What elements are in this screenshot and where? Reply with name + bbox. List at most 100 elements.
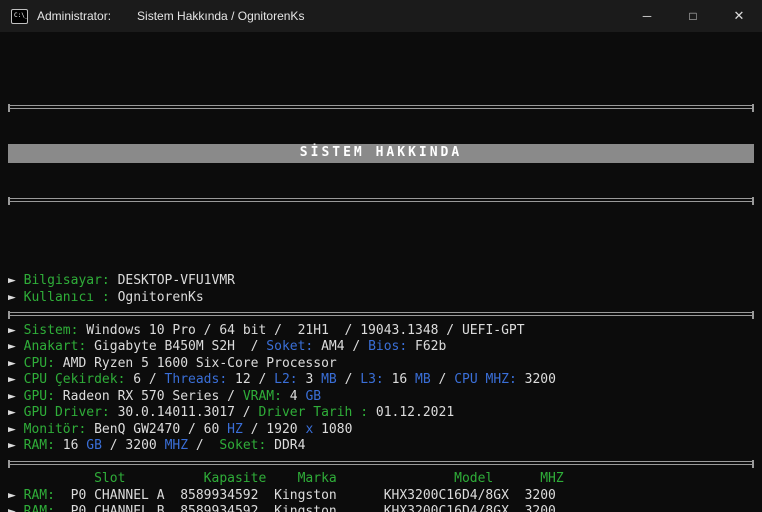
window-title: Sistem Hakkında / OgnitorenKs bbox=[137, 9, 305, 23]
text-segment: ► bbox=[8, 438, 24, 453]
minimize-icon: ─ bbox=[642, 9, 652, 23]
console[interactable]: SİSTEM HAKKINDA ► Bilgisayar: DESKTOP-VF… bbox=[0, 32, 762, 512]
text-segment: 3200 bbox=[524, 372, 556, 387]
banner-bar: SİSTEM HAKKINDA bbox=[8, 144, 754, 163]
text-segment: Driver Tarih : bbox=[258, 405, 376, 420]
text-segment: P0 CHANNEL B 8589934592 Kingston KHX3200… bbox=[54, 504, 556, 512]
text-segment: MB bbox=[321, 372, 345, 387]
text-segment: P0 CHANNEL A 8589934592 Kingston KHX3200… bbox=[54, 487, 556, 503]
text-segment: Soket: bbox=[219, 438, 275, 453]
text-segment: DDR4 bbox=[274, 438, 306, 453]
text-segment: / 3200 bbox=[109, 438, 165, 453]
text-segment: DESKTOP-VFU1VMR bbox=[117, 273, 235, 288]
text-segment: AM4 / bbox=[321, 339, 369, 354]
text-segment: GPU Driver: bbox=[23, 405, 118, 420]
text-segment: RAM: bbox=[23, 504, 55, 512]
text-segment: 30.0.14011.3017 / bbox=[117, 405, 259, 420]
text-segment: ► bbox=[8, 421, 24, 437]
separator-rule bbox=[8, 459, 754, 468]
console-line: ► CPU: AMD Ryzen 5 1600 Six-Core Process… bbox=[8, 356, 754, 373]
text-segment: Bios: bbox=[368, 339, 416, 354]
text-segment: Threads: bbox=[164, 372, 235, 387]
text-segment: ► bbox=[8, 322, 24, 338]
text-segment: Soket: bbox=[266, 339, 322, 354]
title-bar: C:\_ Administrator: Sistem Hakkında / Og… bbox=[0, 0, 762, 32]
text-segment: 12 / bbox=[235, 372, 275, 387]
console-line: ► GPU Driver: 30.0.14011.3017 / Driver T… bbox=[8, 405, 754, 422]
separator bbox=[8, 197, 754, 205]
window-controls: ─ □ ✕ bbox=[624, 0, 762, 32]
banner-title: SİSTEM HAKKINDA bbox=[299, 145, 463, 161]
text-segment: ► bbox=[8, 273, 24, 288]
console-line: ► GPU: Radeon RX 570 Series / VRAM: 4 GB bbox=[8, 389, 754, 406]
console-line: ► RAM: P0 CHANNEL A 8589934592 Kingston … bbox=[8, 488, 754, 505]
text-segment: Windows 10 Pro / 64 bit / 21H1 / 19043.1… bbox=[86, 322, 525, 338]
text-segment: Bilgisayar: bbox=[23, 273, 118, 288]
text-segment: AMD Ryzen 5 1600 Six-Core Processor bbox=[62, 355, 337, 371]
window-title-admin: Administrator: bbox=[37, 9, 112, 23]
separator bbox=[8, 104, 754, 112]
text-segment: MB bbox=[415, 372, 439, 387]
text-segment: ► bbox=[8, 355, 24, 371]
separator bbox=[8, 306, 754, 323]
text-segment: OgnitorenKs bbox=[117, 289, 204, 305]
text-segment: 01.12.2021 bbox=[375, 405, 455, 420]
text-segment: / bbox=[438, 372, 455, 387]
text-segment: Monitör: bbox=[23, 421, 95, 437]
text-segment: ► bbox=[8, 289, 24, 305]
text-segment: Gigabyte B450M S2H / bbox=[94, 339, 267, 354]
close-button[interactable]: ✕ bbox=[716, 0, 762, 32]
text-segment: 4 bbox=[289, 388, 306, 404]
text-segment: Sistem: bbox=[23, 322, 87, 338]
text-segment: / 1920 bbox=[250, 421, 306, 437]
text-segment: ► bbox=[8, 372, 24, 387]
text-segment: L3: bbox=[360, 372, 392, 387]
console-line: ► Bilgisayar: DESKTOP-VFU1VMR bbox=[8, 273, 754, 290]
maximize-button[interactable]: □ bbox=[670, 0, 716, 32]
text-segment: GB bbox=[86, 438, 110, 453]
text-segment: x bbox=[305, 421, 322, 437]
text-segment: 6 / bbox=[133, 372, 165, 387]
text-segment: ► bbox=[8, 339, 24, 354]
text-segment: F62b bbox=[415, 339, 447, 354]
console-line: Slot Kapasite Marka Model MHZ bbox=[8, 471, 754, 488]
text-segment: 16 bbox=[62, 438, 87, 453]
cmd-icon: C:\_ bbox=[11, 8, 28, 24]
banner-box: SİSTEM HAKKINDA bbox=[8, 72, 754, 235]
close-icon: ✕ bbox=[733, 8, 745, 23]
console-line: ► RAM: P0 CHANNEL B 8589934592 Kingston … bbox=[8, 504, 754, 512]
text-segment: RAM: bbox=[23, 487, 55, 503]
text-segment: Slot Kapasite Marka Model MHZ bbox=[8, 471, 564, 486]
text-segment: CPU: bbox=[23, 355, 63, 371]
text-segment: HZ bbox=[227, 421, 251, 437]
text-segment: Anakart: bbox=[23, 339, 95, 354]
console-line: ► Anakart: Gigabyte B450M S2H / Soket: A… bbox=[8, 339, 754, 356]
text-segment: ► bbox=[8, 388, 24, 404]
text-segment: MHZ bbox=[164, 438, 196, 453]
text-segment: Kullanıcı : bbox=[23, 289, 118, 305]
text-segment: CPU Çekirdek: bbox=[23, 372, 134, 387]
console-line: ► RAM: 16 GB / 3200 MHZ / Soket: DDR4 bbox=[8, 438, 754, 455]
console-line: ► CPU Çekirdek: 6 / Threads: 12 / L2: 3 … bbox=[8, 372, 754, 389]
text-segment: 3 bbox=[305, 372, 322, 387]
text-segment: VRAM: bbox=[242, 388, 290, 404]
text-segment: BenQ GW2470 / 60 bbox=[94, 421, 228, 437]
text-segment: / bbox=[195, 438, 220, 453]
text-segment: GB bbox=[305, 388, 322, 404]
text-segment: ► bbox=[8, 487, 24, 503]
text-segment: / bbox=[344, 372, 361, 387]
text-segment: ► bbox=[8, 504, 24, 512]
console-line: ► Sistem: Windows 10 Pro / 64 bit / 21H1… bbox=[8, 323, 754, 340]
text-segment: CPU MHZ: bbox=[454, 372, 525, 387]
minimize-button[interactable]: ─ bbox=[624, 0, 670, 32]
console-lines: ► Bilgisayar: DESKTOP-VFU1VMR ► Kullanıcı… bbox=[8, 273, 754, 512]
text-segment: Radeon RX 570 Series / bbox=[62, 388, 243, 404]
maximize-icon: □ bbox=[689, 9, 697, 23]
text-segment: L2: bbox=[274, 372, 306, 387]
console-line: ► Monitör: BenQ GW2470 / 60 HZ / 1920 x … bbox=[8, 422, 754, 439]
text-segment: GPU: bbox=[23, 388, 63, 404]
console-line: ► Kullanıcı : OgnitorenKs bbox=[8, 290, 754, 307]
text-segment: ► bbox=[8, 405, 24, 420]
text-segment: 16 bbox=[391, 372, 416, 387]
text-segment: RAM: bbox=[23, 438, 63, 453]
